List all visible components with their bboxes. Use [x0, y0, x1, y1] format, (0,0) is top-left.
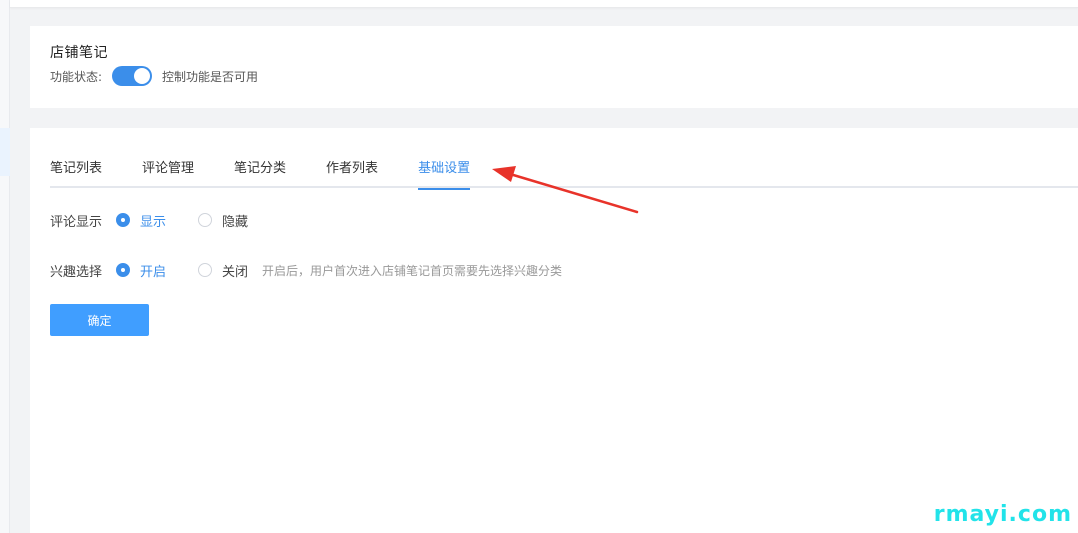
toggle-knob [134, 68, 151, 84]
feature-status-description: 控制功能是否可用 [162, 69, 259, 84]
left-sidebar-edge [0, 0, 10, 533]
tab-author-list[interactable]: 作者列表 [326, 158, 378, 188]
comment-display-hide-radio[interactable]: 隐藏 [198, 211, 248, 230]
feature-status-row: 功能状态: 控制功能是否可用 [50, 66, 258, 86]
store-notes-card: 店铺笔记 功能状态: 控制功能是否可用 [30, 26, 1078, 108]
tab-note-categories[interactable]: 笔记分类 [234, 158, 286, 188]
interest-select-label: 兴趣选择 [50, 264, 103, 280]
top-header-bar [10, 0, 1078, 8]
comment-display-show-radio[interactable]: 显示 [116, 211, 198, 230]
sidebar-active-marker [0, 128, 10, 176]
interest-select-off-radio[interactable]: 关闭 [198, 261, 248, 280]
interest-select-hint: 开启后，用户首次进入店铺笔记首页需要先选择兴趣分类 [262, 263, 563, 278]
radio-label: 显示 [140, 214, 167, 230]
tab-note-list[interactable]: 笔记列表 [50, 158, 102, 188]
comment-display-label: 评论显示 [50, 214, 103, 230]
radio-dot-icon [116, 263, 130, 277]
feature-status-toggle[interactable] [112, 66, 153, 86]
settings-card: 笔记列表 评论管理 笔记分类 作者列表 基础设置 评论显示 显示 隐藏 兴趣选择… [30, 128, 1078, 533]
page: 店铺笔记 功能状态: 控制功能是否可用 笔记列表 评论管理 笔记分类 作者列表 … [0, 0, 1078, 533]
radio-label: 关闭 [222, 264, 249, 280]
tab-basic-settings[interactable]: 基础设置 [418, 158, 471, 190]
confirm-button[interactable]: 确定 [50, 304, 149, 336]
feature-status-label: 功能状态: [50, 69, 103, 84]
comment-display-row: 评论显示 显示 隐藏 [50, 210, 248, 230]
radio-dot-icon [116, 213, 130, 227]
interest-select-row: 兴趣选择 开启 关闭 开启后，用户首次进入店铺笔记首页需要先选择兴趣分类 [50, 260, 562, 280]
radio-label: 开启 [140, 264, 167, 280]
radio-label: 隐藏 [222, 214, 249, 230]
radio-dot-icon [198, 213, 212, 227]
watermark-logo: rmayi.com [933, 502, 1072, 527]
tab-comment-management[interactable]: 评论管理 [142, 158, 194, 188]
interest-select-on-radio[interactable]: 开启 [116, 261, 198, 280]
tab-bar: 笔记列表 评论管理 笔记分类 作者列表 基础设置 [50, 158, 1078, 190]
card-title: 店铺笔记 [50, 45, 108, 61]
radio-dot-icon [198, 263, 212, 277]
